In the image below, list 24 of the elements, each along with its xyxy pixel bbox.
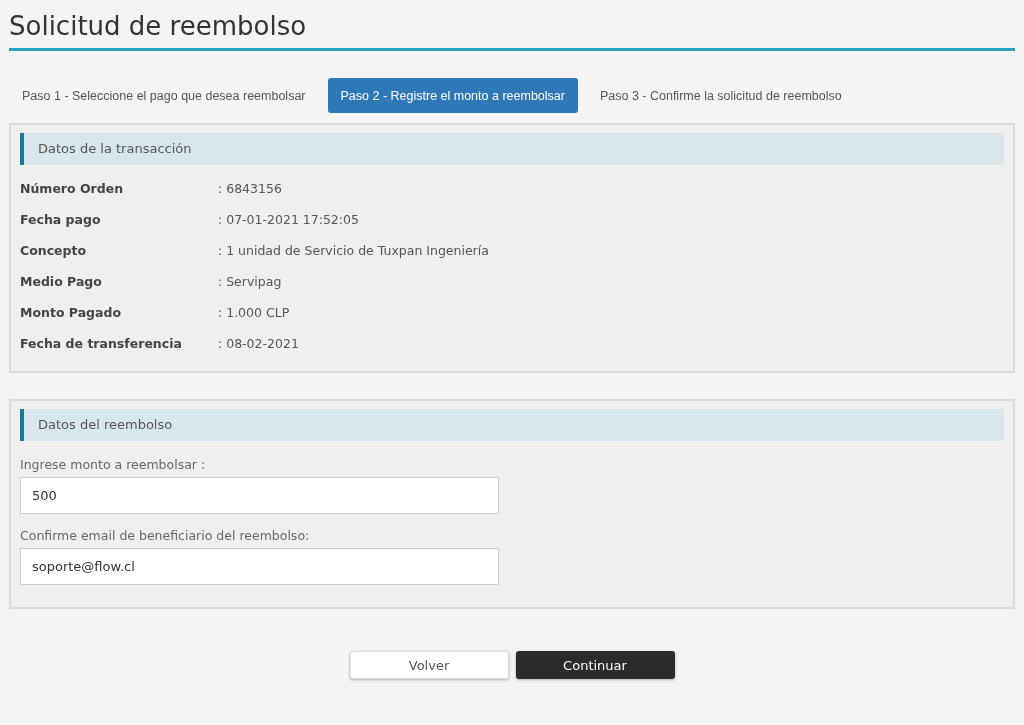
step-tab[interactable]: Paso 2 - Registre el monto a reembolsar [327,78,578,113]
field-label: Concepto [20,243,88,258]
input-label: Confirme email de beneficiario del reembolso: [20,528,311,543]
field-label: Fecha pago [20,212,102,227]
field-value: : Servipag [218,274,282,289]
section-header: Datos del reembolso [20,409,1004,441]
field-value: : 1.000 CLP [218,305,290,320]
field-value: : 08-02-2021 [218,336,299,351]
input-field[interactable]: 500 [20,477,499,514]
input-label: Ingrese monto a reembolsar : [20,457,207,472]
step-tab[interactable]: Paso 3 - Confirme la solicitud de reembolso [591,78,850,113]
page-title: Solicitud de reembolso [9,0,1015,51]
step-tab[interactable]: Paso 1 - Seleccione el pago que desea reembolsar [14,78,314,113]
back-button[interactable]: Volver [349,651,509,679]
field-value: : 07-01-2021 17:52:05 [218,212,359,227]
field-label: Monto Pagado [20,305,123,320]
field-label: Medio Pago [20,274,103,289]
field-value: : 6843156 [218,181,282,196]
field-value: : 1 unidad de Servicio de Tuxpan Ingeniería [218,243,489,258]
section-header: Datos de la transacción [20,133,1004,165]
continue-button[interactable]: Continuar [515,651,675,679]
field-label: Fecha de transferencia [20,336,183,351]
input-field[interactable]: soporte@flow.cl [20,548,499,585]
field-label: Número Orden [20,181,125,196]
